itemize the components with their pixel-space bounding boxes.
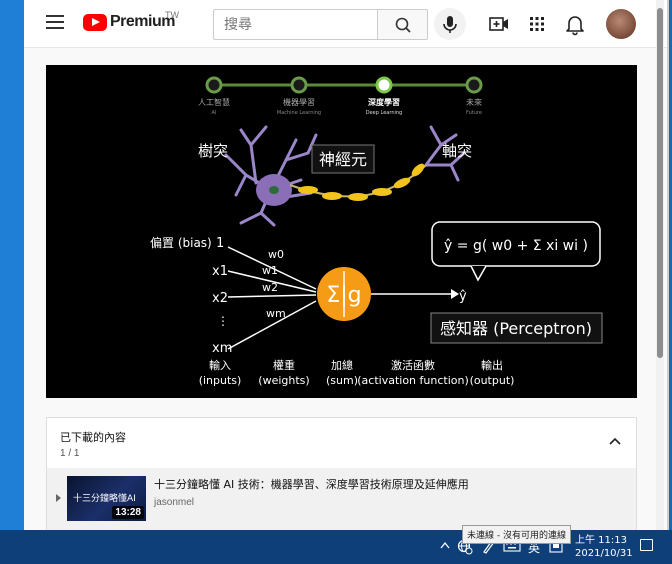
menu-icon[interactable] <box>46 15 64 29</box>
timeline-label: 人工智慧 <box>198 97 230 107</box>
timeline-label: 未來 <box>466 97 482 107</box>
timeline-label-active: 深度學習 <box>368 97 400 107</box>
output-symbol: ŷ <box>459 289 467 304</box>
video-duration: 13:28 <box>112 506 144 519</box>
user-avatar[interactable] <box>606 9 636 39</box>
logo-country-code: TW <box>165 10 179 20</box>
chevron-up-icon[interactable] <box>608 436 622 446</box>
timeline-label: 機器學習 <box>283 97 315 107</box>
output-arrowhead <box>451 289 459 299</box>
input-x2: x2 <box>212 291 228 306</box>
search-button[interactable] <box>377 9 428 40</box>
video-thumbnail[interactable]: 十三分鐘略懂AI 13:28 <box>67 476 146 521</box>
perceptron-name: 感知器 (Perceptron) <box>440 319 592 338</box>
bias-label: 偏置 (bias) <box>150 235 212 250</box>
chevron-up-tray-icon[interactable] <box>440 541 450 549</box>
thumbnail-text: 十三分鐘略懂AI <box>73 494 136 504</box>
bias-value: 1 <box>216 236 224 251</box>
input-ellipsis: ⋮ <box>217 314 229 328</box>
timeline-dot <box>465 76 483 94</box>
apps-grid-icon[interactable] <box>525 12 549 36</box>
neuron-illustration <box>224 125 466 227</box>
dendrite-label: 樹突 <box>198 142 228 160</box>
bubble-tail <box>470 265 487 282</box>
notifications-bell-icon[interactable] <box>563 12 587 36</box>
windows-taskbar: 英 上午 11:13 2021/10/31 <box>0 530 672 564</box>
timeline-sublabel: Machine Learning <box>277 110 321 116</box>
browser-window: Premium TW 搜尋 人工智慧 AI 機器學習 Machine Learn… <box>24 0 669 530</box>
download-video-title[interactable]: 十三分鐘略懂 AI 技術：機器學習、深度學習技術原理及延伸應用 <box>154 476 469 492</box>
label-weights-en: (weights) <box>258 374 309 387</box>
label-sum-zh: 加總 <box>331 358 353 372</box>
downloads-panel: 已下載的內容 1 / 1 十三分鐘略懂AI 13:28 十三分鐘略懂 AI 技術… <box>46 417 637 530</box>
axon-label: 軸突 <box>442 142 472 160</box>
neuron-nucleus <box>269 186 279 194</box>
download-channel-name[interactable]: jasonmel <box>154 497 194 508</box>
timeline-sublabel: AI <box>212 110 217 116</box>
desktop-left-strip <box>0 0 24 530</box>
downloads-count: 1 / 1 <box>60 448 80 459</box>
download-list-item[interactable]: 十三分鐘略懂AI 13:28 十三分鐘略懂 AI 技術：機器學習、深度學習技術原… <box>47 468 636 530</box>
search-input[interactable] <box>214 10 378 39</box>
timeline-dot <box>205 76 223 94</box>
timeline-sublabel: Deep Learning <box>366 110 402 116</box>
label-sum-en: (sum) <box>326 374 358 387</box>
label-output-en: (output) <box>470 374 515 387</box>
weight-wm: wm <box>266 307 286 320</box>
downloads-title: 已下載的內容 <box>60 431 126 444</box>
search-icon <box>395 17 411 33</box>
input-x1: x1 <box>212 264 228 279</box>
youtube-header: Premium TW <box>24 0 667 48</box>
input-arrows <box>227 246 317 350</box>
taskbar-clock[interactable]: 上午 11:13 2021/10/31 <box>575 534 633 560</box>
label-weights-zh: 權重 <box>273 358 295 372</box>
search-box <box>213 9 378 40</box>
label-activation-en: (activation function) <box>357 374 469 387</box>
perceptron-formula: ŷ = g( w0 + Σ xi wi ) <box>444 238 588 254</box>
neuron-label: 神經元 <box>319 150 367 169</box>
microphone-icon <box>443 16 457 33</box>
page-scrollbar[interactable] <box>656 0 664 530</box>
clock-time: 上午 11:13 <box>575 535 627 546</box>
scrollbar-thumb[interactable] <box>657 8 663 358</box>
timeline-sublabel: Future <box>466 110 482 116</box>
youtube-play-icon <box>83 13 107 31</box>
weight-w0: w0 <box>268 248 284 261</box>
create-video-icon[interactable] <box>487 12 511 36</box>
network-status-tooltip: 未連線 - 沒有可用的連線 <box>462 525 571 544</box>
video-frame: 人工智慧 AI 機器學習 Machine Learning 深度學習 Deep … <box>150 76 603 387</box>
notification-center-icon[interactable] <box>640 539 653 551</box>
clock-date: 2021/10/31 <box>575 548 633 559</box>
label-inputs-zh: 輸入 <box>209 358 231 372</box>
voice-search-button[interactable] <box>434 8 466 40</box>
label-output-zh: 輸出 <box>481 358 503 372</box>
timeline-dot <box>290 76 308 94</box>
node-label: Σ|g <box>326 283 361 308</box>
play-indicator-icon <box>56 494 61 502</box>
label-activation-zh: 激活函數 <box>391 358 435 372</box>
video-player[interactable]: 人工智慧 AI 機器學習 Machine Learning 深度學習 Deep … <box>46 65 637 398</box>
youtube-premium-logo[interactable]: Premium <box>83 13 175 31</box>
label-inputs-en: (inputs) <box>199 374 242 387</box>
timeline-dot-active <box>375 76 393 94</box>
